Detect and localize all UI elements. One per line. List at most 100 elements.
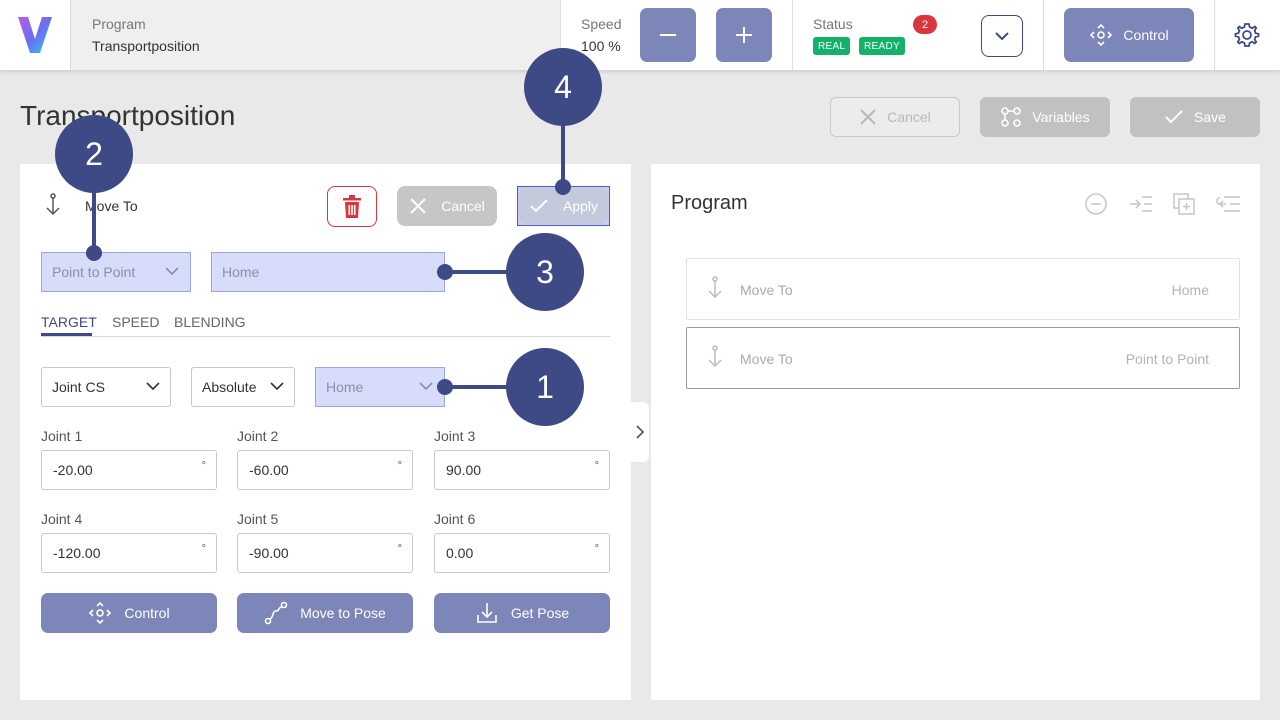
joint-4-input[interactable]: -120.00 ° bbox=[41, 533, 217, 573]
coordinate-system-select[interactable]: Joint CS bbox=[41, 367, 171, 407]
program-name: Transportposition bbox=[92, 38, 200, 54]
motion-type-select[interactable]: Point to Point bbox=[41, 252, 191, 292]
step-cancel-button[interactable]: Cancel bbox=[397, 186, 497, 226]
editor-tabs: TARGET SPEED BLENDING bbox=[41, 312, 610, 337]
chevron-down-icon bbox=[419, 382, 433, 391]
remove-step-icon[interactable] bbox=[1084, 192, 1108, 216]
panel-collapse-toggle[interactable] bbox=[631, 402, 649, 462]
get-pose-label: Get Pose bbox=[510, 605, 570, 621]
callout-1: 1 bbox=[506, 348, 584, 426]
variables-label: Variables bbox=[1032, 109, 1090, 125]
program-step-row[interactable]: Move To Point to Point bbox=[686, 327, 1240, 389]
coordinate-system-value: Joint CS bbox=[52, 379, 105, 395]
joint-4-label: Joint 4 bbox=[41, 511, 83, 527]
top-bar: Program Transportposition Speed 100 % St… bbox=[0, 0, 1280, 70]
joint-6-unit: ° bbox=[594, 543, 599, 555]
save-label: Save bbox=[1194, 109, 1226, 125]
path-icon bbox=[264, 601, 288, 625]
callout-4-anchor bbox=[555, 179, 571, 195]
joint-3-label: Joint 3 bbox=[434, 428, 476, 444]
plus-icon bbox=[736, 27, 752, 43]
app-logo bbox=[18, 17, 52, 53]
chevron-down-icon bbox=[270, 382, 284, 391]
control-pose-label: Control bbox=[124, 605, 170, 621]
control-button[interactable]: Control bbox=[1064, 8, 1194, 62]
variables-button[interactable]: Variables bbox=[980, 97, 1110, 137]
program-label: Program bbox=[92, 16, 146, 32]
program-panel-title: Program bbox=[671, 192, 748, 214]
duplicate-icon[interactable] bbox=[1172, 192, 1196, 216]
mode-select[interactable]: Absolute bbox=[191, 367, 295, 407]
close-icon bbox=[860, 109, 876, 125]
callout-3-anchor bbox=[437, 264, 453, 280]
joint-1-input[interactable]: -20.00 ° bbox=[41, 450, 217, 490]
step-name: Move To bbox=[740, 282, 793, 298]
page-title: Transportposition bbox=[20, 100, 236, 131]
joint-3-input[interactable]: 90.00 ° bbox=[434, 450, 610, 490]
callout-4: 4 bbox=[524, 48, 602, 126]
save-button[interactable]: Save bbox=[1130, 97, 1260, 137]
joint-6-input[interactable]: 0.00 ° bbox=[434, 533, 610, 573]
outdent-icon[interactable] bbox=[1216, 192, 1240, 216]
joint-6-label: Joint 6 bbox=[434, 511, 476, 527]
step-cancel-label: Cancel bbox=[441, 198, 485, 214]
tab-speed[interactable]: SPEED bbox=[112, 314, 159, 330]
joint-6-value: 0.00 bbox=[446, 545, 474, 561]
joint-5-input[interactable]: -90.00 ° bbox=[237, 533, 413, 573]
page-cancel-label: Cancel bbox=[887, 109, 931, 125]
notification-badge: 2 bbox=[913, 15, 937, 34]
joint-4-unit: ° bbox=[201, 543, 206, 555]
move-to-pose-label: Move to Pose bbox=[300, 605, 386, 621]
move-arrows-icon bbox=[1090, 23, 1113, 47]
joint-1-label: Joint 1 bbox=[41, 428, 83, 444]
indent-icon[interactable] bbox=[1128, 192, 1152, 216]
speed-value: 100 % bbox=[581, 38, 621, 54]
control-pose-button[interactable]: Control bbox=[41, 593, 217, 633]
joint-3-value: 90.00 bbox=[446, 462, 482, 478]
speed-decrease-button[interactable] bbox=[640, 8, 696, 62]
target-name-input[interactable]: Home bbox=[211, 252, 445, 292]
mode-value: Absolute bbox=[202, 379, 257, 395]
step-value: Home bbox=[1171, 282, 1209, 298]
status-dropdown-button[interactable] bbox=[981, 15, 1023, 57]
page-cancel-button[interactable]: Cancel bbox=[830, 97, 960, 137]
tab-target[interactable]: TARGET bbox=[41, 314, 97, 330]
active-tab-indicator bbox=[41, 333, 92, 336]
minus-icon bbox=[660, 34, 676, 36]
position-select[interactable]: Home bbox=[315, 367, 445, 407]
gear-icon[interactable] bbox=[1234, 22, 1260, 48]
step-value: Point to Point bbox=[1125, 351, 1209, 367]
get-pose-button[interactable]: Get Pose bbox=[434, 593, 610, 633]
joint-5-label: Joint 5 bbox=[237, 511, 279, 527]
speed-label: Speed bbox=[581, 16, 622, 32]
tab-blending[interactable]: BLENDING bbox=[174, 314, 246, 330]
step-name: Move To bbox=[740, 351, 793, 367]
position-value: Home bbox=[326, 379, 364, 395]
status-ready-badge: READY bbox=[859, 37, 905, 55]
move-arrows-icon bbox=[89, 601, 112, 625]
target-name-value: Home bbox=[222, 264, 260, 280]
move-to-pose-button[interactable]: Move to Pose bbox=[237, 593, 413, 633]
apply-label: Apply bbox=[562, 198, 599, 214]
close-icon bbox=[410, 198, 426, 214]
status-real-badge: REAL bbox=[813, 37, 851, 55]
chevron-right-icon bbox=[636, 425, 645, 439]
speed-increase-button[interactable] bbox=[716, 8, 772, 62]
program-selector[interactable]: Program Transportposition bbox=[71, 0, 560, 70]
joint-2-label: Joint 2 bbox=[237, 428, 279, 444]
callout-3: 3 bbox=[506, 233, 584, 311]
joint-1-unit: ° bbox=[201, 460, 206, 472]
chevron-down-icon bbox=[995, 32, 1009, 41]
move-to-icon bbox=[46, 193, 60, 216]
joint-4-value: -120.00 bbox=[53, 545, 101, 561]
joint-3-unit: ° bbox=[594, 460, 599, 472]
joint-2-input[interactable]: -60.00 ° bbox=[237, 450, 413, 490]
callout-2-anchor bbox=[86, 245, 102, 261]
download-icon bbox=[477, 603, 497, 623]
delete-step-button[interactable] bbox=[327, 186, 377, 227]
move-to-icon bbox=[708, 276, 722, 299]
joint-2-unit: ° bbox=[397, 460, 402, 472]
program-step-row[interactable]: Move To Home bbox=[686, 258, 1240, 320]
control-label: Control bbox=[1123, 27, 1169, 43]
status-label: Status bbox=[813, 16, 853, 32]
